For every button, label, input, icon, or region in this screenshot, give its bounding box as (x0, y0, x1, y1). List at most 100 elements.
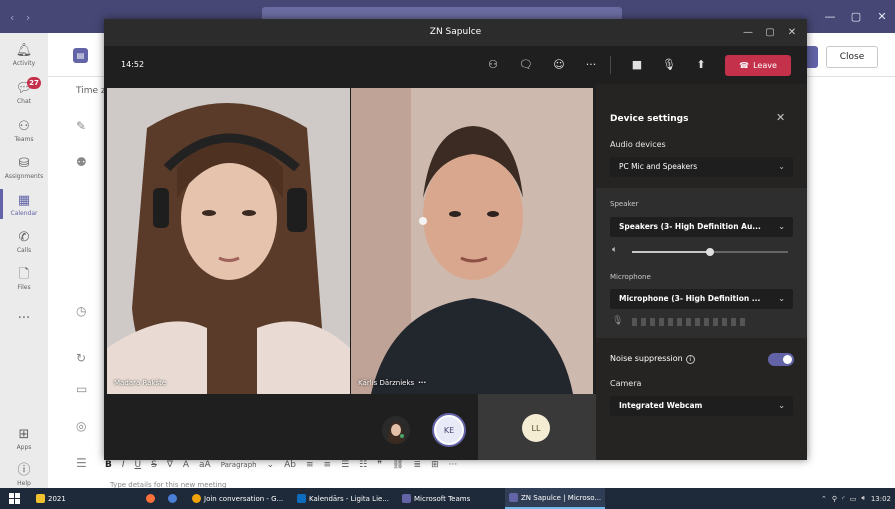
pencil-icon: ✎ (76, 119, 87, 133)
network-icon[interactable]: ◜ (842, 495, 845, 503)
rail-item-files[interactable]: 🗋︎ Files (0, 267, 48, 291)
location-icon: ◎ (76, 419, 87, 433)
meeting-titlebar: ZN Sapulce — ▢ ✕ (104, 19, 807, 46)
chat-icon[interactable]: 🗨︎ (517, 56, 535, 74)
avatar-ll: LL (522, 414, 550, 442)
microphone-select[interactable]: Microphone (3- High Definition ... ⌄ (610, 289, 793, 309)
rail-item-more[interactable]: ... (0, 307, 48, 322)
share-screen-icon[interactable]: ⬆ (692, 56, 710, 74)
more-options-icon[interactable]: ··· (449, 460, 458, 470)
taskbar-item-calendar[interactable]: Kalendārs - Ligita Lie... (297, 488, 395, 509)
close-window-icon[interactable]: ✕ (869, 0, 895, 33)
link-icon[interactable]: ⛓︎ (392, 460, 403, 470)
info-icon[interactable]: i (685, 355, 695, 364)
volume-slider[interactable] (632, 248, 788, 256)
mic-muted-icon: 🎙︎ (612, 316, 624, 326)
participants-icon[interactable]: ⚇ (484, 56, 502, 74)
close-button[interactable]: Close (826, 46, 878, 68)
font-size-icon[interactable]: aA (199, 460, 211, 470)
participant-tile-ll[interactable]: LL (478, 394, 596, 460)
windows-start-icon[interactable] (9, 493, 20, 504)
clock[interactable]: 13:02 (871, 495, 891, 503)
back-forward-nav[interactable]: ‹ › (10, 11, 34, 24)
rail-item-help[interactable]: ⓘ Help (0, 463, 48, 487)
close-icon[interactable]: ✕ (776, 111, 785, 124)
quote-icon[interactable]: ❞ (377, 460, 382, 470)
audio-device-select[interactable]: PC Mic and Speakers ⌄ (610, 157, 793, 177)
participant-name-karlis: Kārlis Dārznieks ··· (358, 379, 427, 387)
chat-badge: 27 (27, 77, 41, 89)
rail-item-chat[interactable]: 💬︎ 27 Chat (0, 77, 48, 105)
avatar[interactable] (382, 416, 410, 444)
maximize-icon[interactable]: ▢ (843, 0, 869, 33)
taskbar-item-firefox[interactable] (146, 488, 155, 509)
folder-icon (36, 494, 45, 503)
noise-suppression-row: Noise suppression i (610, 354, 695, 364)
app-icon (168, 494, 177, 503)
camera-label: Camera (610, 379, 642, 388)
outdent-icon[interactable]: ≡ (324, 460, 332, 470)
clear-format-icon[interactable]: Ab (284, 460, 296, 470)
more-actions-icon[interactable]: ··· (582, 56, 600, 74)
send-button[interactable] (806, 46, 818, 68)
bold-button[interactable]: B (105, 460, 112, 470)
rail-item-calendar[interactable]: ▦ Calendar (0, 189, 48, 219)
paragraph-dropdown[interactable]: Paragraph (221, 461, 257, 469)
leave-button[interactable]: ☎ Leave (725, 55, 791, 76)
noise-suppression-toggle[interactable] (768, 353, 794, 366)
indent-icon[interactable]: ≡ (306, 460, 314, 470)
volume-fill (632, 251, 710, 253)
battery-icon[interactable]: ▭ (850, 495, 857, 503)
taskbar-item-join-conversation[interactable]: Join conversation - G... (192, 488, 290, 509)
camera-select[interactable]: Integrated Webcam ⌄ (610, 396, 793, 416)
usb-icon[interactable]: ⚲ (832, 495, 837, 503)
strikethrough-button[interactable]: S (151, 460, 157, 470)
camera-off-icon[interactable]: ■ (628, 56, 646, 74)
taskbar-item-app[interactable] (168, 488, 177, 509)
avatar-photo (382, 416, 410, 444)
teams-window-controls: — ▢ ✕ (817, 0, 895, 33)
minimize-icon[interactable]: — (817, 0, 843, 33)
close-window-icon[interactable]: ✕ (781, 19, 803, 46)
microphone-label: Microphone (610, 273, 651, 281)
mic-off-icon[interactable]: 🎙︎ (660, 56, 678, 74)
reactions-icon[interactable]: ☺ (550, 56, 568, 74)
participant-more-button[interactable]: ··· (418, 379, 426, 387)
details-icon: ☰ (76, 456, 87, 470)
taskbar-item-zn-sapulce[interactable]: ZN Sapulce | Microso... (505, 488, 605, 509)
rail-item-assignments[interactable]: ⛁ Assignments (0, 156, 48, 180)
minimize-icon[interactable]: — (737, 19, 759, 46)
taskbar-item-teams[interactable]: Microsoft Teams (402, 488, 478, 509)
highlight-icon[interactable]: ∇ (167, 460, 173, 470)
align-icon[interactable]: ≣ (414, 460, 422, 470)
bell-icon: 🔔︎ (15, 43, 33, 58)
rail-item-calls[interactable]: ✆ Calls (0, 230, 48, 254)
rail-item-teams[interactable]: ⚇ Teams (0, 119, 48, 143)
time-zone-label: Time z (76, 86, 106, 96)
video-tile-karlis[interactable]: Kārlis Dārznieks ··· (351, 88, 593, 394)
bullet-list-icon[interactable]: ☰ (341, 460, 349, 470)
speaker-label: Speaker (610, 200, 639, 208)
teams-icon (509, 493, 518, 502)
numbered-list-icon[interactable]: ☷ (359, 460, 367, 470)
rail-item-activity[interactable]: 🔔︎ Activity (0, 43, 48, 67)
calendar-event-icon: ▤ (73, 48, 88, 63)
rail-item-apps[interactable]: ⊞ Apps (0, 427, 48, 451)
windows-taskbar: 2021 Join conversation - G... Kalendārs … (0, 488, 895, 509)
chevron-up-icon[interactable]: ⌃ (821, 495, 827, 503)
taskbar-item-folder[interactable]: 2021 (36, 488, 76, 509)
volume-icon[interactable]: 🔉︎ (861, 494, 865, 503)
device-settings-panel: Device settings ✕ Audio devices PC Mic a… (596, 84, 807, 460)
underline-button[interactable]: U (135, 460, 142, 470)
speaker-select[interactable]: Speakers (3- High Definition Au... ⌄ (610, 217, 793, 237)
maximize-icon[interactable]: ▢ (759, 19, 781, 46)
volume-thumb[interactable] (706, 248, 714, 256)
avatar-ke[interactable]: KE (432, 413, 466, 447)
italic-button[interactable]: I (122, 460, 125, 470)
calendar-icon: ▦ (17, 193, 31, 208)
font-color-icon[interactable]: A (183, 460, 189, 470)
hang-up-icon: ☎ (739, 61, 750, 70)
channel-icon: ▭ (76, 382, 88, 396)
video-tile-madara[interactable]: Madara Rakšte (107, 88, 350, 394)
table-icon[interactable]: ⊞ (431, 460, 439, 470)
